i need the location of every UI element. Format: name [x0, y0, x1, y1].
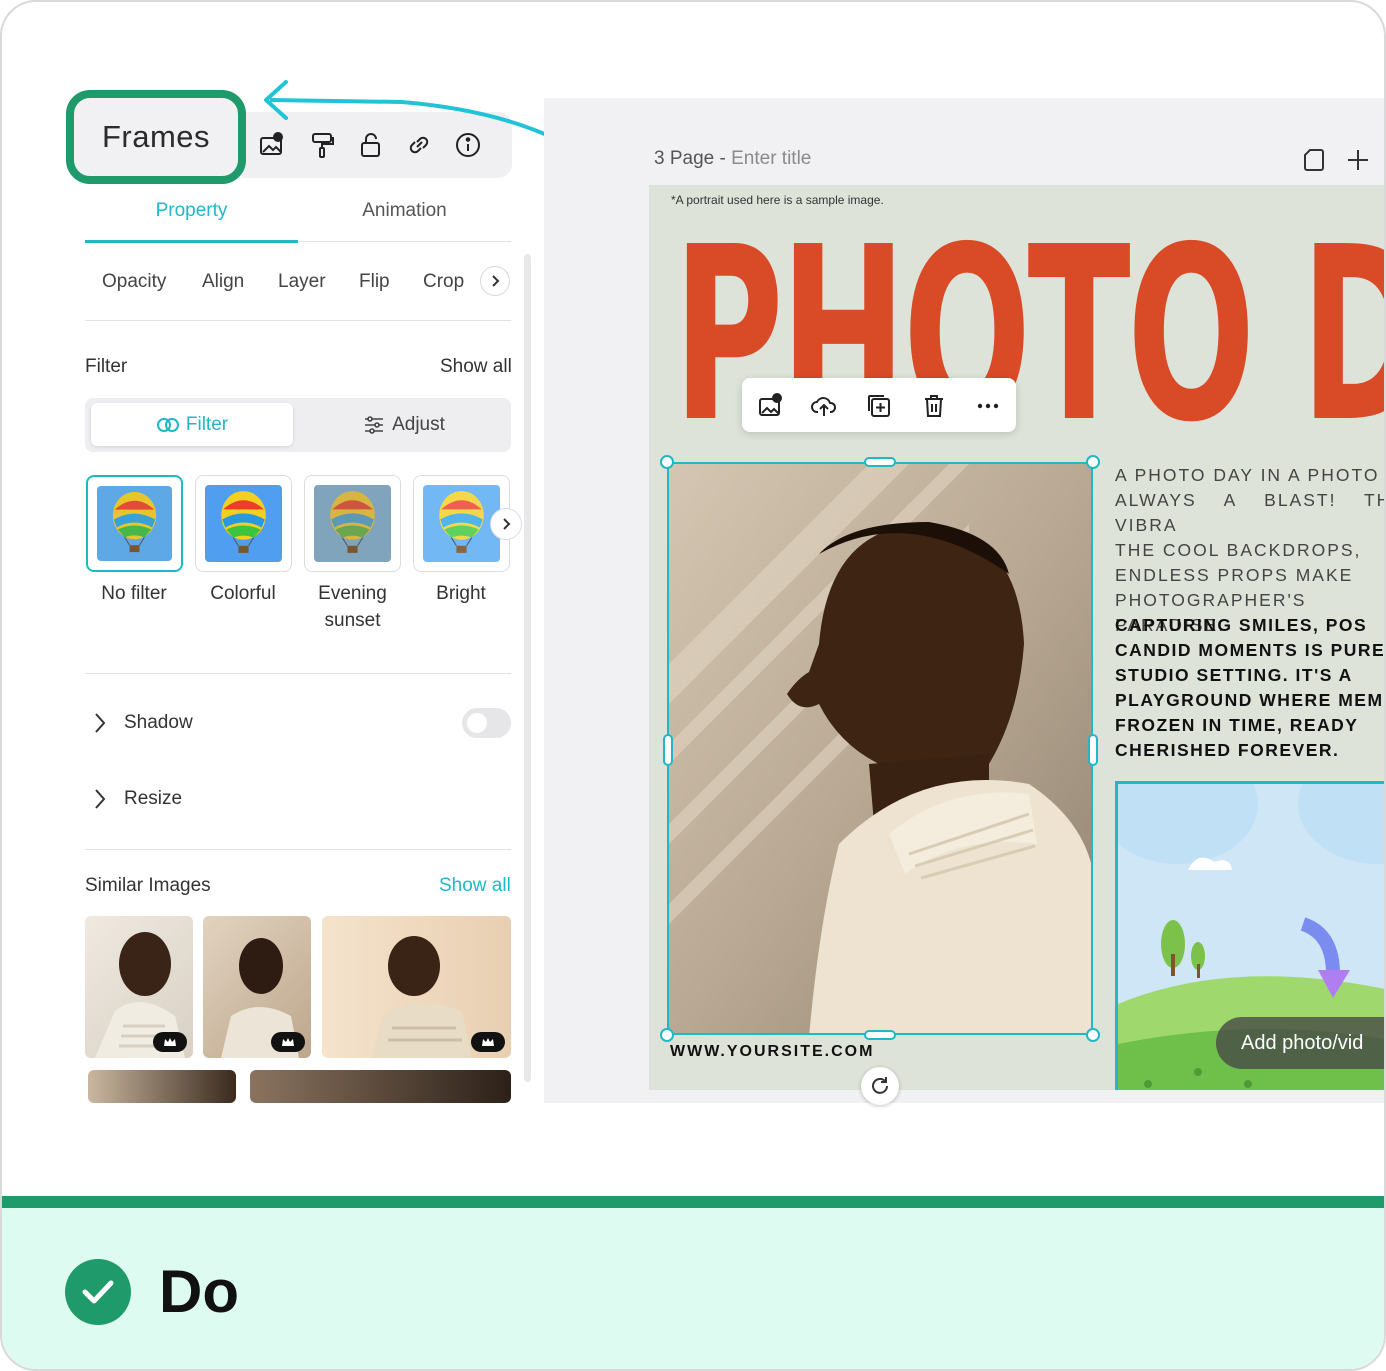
page-icon[interactable]: [1303, 148, 1325, 177]
resize-handle[interactable]: [864, 1030, 896, 1040]
balloon-thumbnail: [205, 485, 282, 562]
balloon-thumbnail: [423, 485, 500, 562]
filter-show-all[interactable]: Show all: [440, 356, 512, 378]
portrait-photo: [669, 464, 1091, 1033]
duplicate-icon[interactable]: [865, 392, 893, 420]
website-text[interactable]: WWW.YOURSITE.COM: [670, 1043, 874, 1061]
divider: [85, 673, 511, 674]
resize-handle[interactable]: [660, 455, 674, 469]
add-page-icon[interactable]: [1346, 148, 1370, 177]
subtab-flip[interactable]: Flip: [359, 271, 390, 293]
tab-property[interactable]: Property: [85, 200, 298, 222]
premium-crown-icon: [153, 1032, 187, 1052]
replace-image-icon[interactable]: [757, 392, 785, 420]
similar-image[interactable]: [88, 1070, 236, 1103]
filter-label: No filter: [101, 583, 167, 604]
subtab-crop[interactable]: Crop: [423, 271, 464, 293]
similar-image[interactable]: [203, 916, 311, 1058]
balloon-thumbnail: [314, 485, 391, 562]
resize-handle[interactable]: [1086, 1028, 1100, 1042]
filter-label: Bright: [436, 583, 486, 604]
upload-cloud-icon[interactable]: [810, 392, 838, 420]
active-tab-indicator: [85, 240, 298, 243]
subtab-align[interactable]: Align: [202, 271, 244, 293]
similar-images-title: Similar Images: [85, 875, 211, 896]
similar-show-all[interactable]: Show all: [439, 875, 511, 897]
filter-preset-no-filter[interactable]: [86, 475, 183, 572]
body-paragraph-bold[interactable]: CAPTURING SMILES, POS CANDID MOMENTS IS …: [1115, 613, 1384, 763]
premium-crown-icon: [471, 1032, 505, 1052]
chevron-right-icon[interactable]: [92, 712, 108, 739]
filter-icon: [156, 417, 179, 432]
body-paragraph[interactable]: A PHOTO DAY IN A PHOTO ALWAYS A BLAST! T…: [1115, 463, 1384, 638]
guideline-card: Frames Property Animation Opacity Align …: [0, 0, 1386, 1371]
more-options-icon[interactable]: [974, 392, 1002, 420]
chevron-right-icon[interactable]: [480, 266, 510, 296]
check-icon: [65, 1259, 131, 1325]
shadow-label[interactable]: Shadow: [124, 712, 193, 734]
panel-scrollbar[interactable]: [524, 254, 531, 1082]
resize-label[interactable]: Resize: [124, 788, 182, 810]
segment-filter[interactable]: Filter: [91, 403, 293, 446]
filter-label: Colorful: [210, 583, 276, 604]
filter-title: Filter: [85, 356, 128, 377]
subtab-layer[interactable]: Layer: [278, 271, 326, 293]
segment-filter-label: Filter: [185, 413, 229, 435]
chevron-right-icon[interactable]: [490, 508, 522, 540]
resize-handle[interactable]: [864, 457, 896, 467]
shadow-toggle[interactable]: [462, 708, 511, 738]
similar-image[interactable]: [322, 916, 511, 1058]
page-number: 3 Page -: [654, 148, 726, 169]
filter-preset-evening-sunset[interactable]: [304, 475, 401, 572]
subtab-opacity[interactable]: Opacity: [102, 271, 166, 293]
premium-crown-icon: [271, 1032, 305, 1052]
page-header: 3 Page - Enter title: [654, 148, 811, 170]
add-photo-button[interactable]: Add photo/vid: [1216, 1017, 1384, 1069]
selected-portrait-image[interactable]: [667, 462, 1093, 1035]
similar-image[interactable]: [85, 916, 193, 1058]
filter-label: Evening sunset: [318, 583, 387, 631]
divider: [85, 849, 511, 850]
segment-adjust-label: Adjust: [392, 413, 445, 435]
sliders-icon: [365, 415, 384, 434]
divider: [85, 320, 511, 321]
tab-animation[interactable]: Animation: [298, 200, 511, 222]
filter-preset-colorful[interactable]: [195, 475, 292, 572]
resize-handle[interactable]: [663, 734, 673, 766]
balloon-thumbnail: [97, 486, 172, 561]
resize-handle[interactable]: [1088, 734, 1098, 766]
page-title-input[interactable]: Enter title: [731, 148, 811, 169]
rotate-icon[interactable]: [861, 1067, 899, 1105]
resize-handle[interactable]: [660, 1028, 674, 1042]
similar-image[interactable]: [250, 1070, 511, 1103]
chevron-right-icon[interactable]: [92, 788, 108, 815]
delete-icon[interactable]: [920, 392, 948, 420]
segment-adjust[interactable]: Adjust: [298, 403, 511, 446]
verdict-label: Do: [159, 1258, 239, 1325]
resize-handle[interactable]: [1086, 455, 1100, 469]
